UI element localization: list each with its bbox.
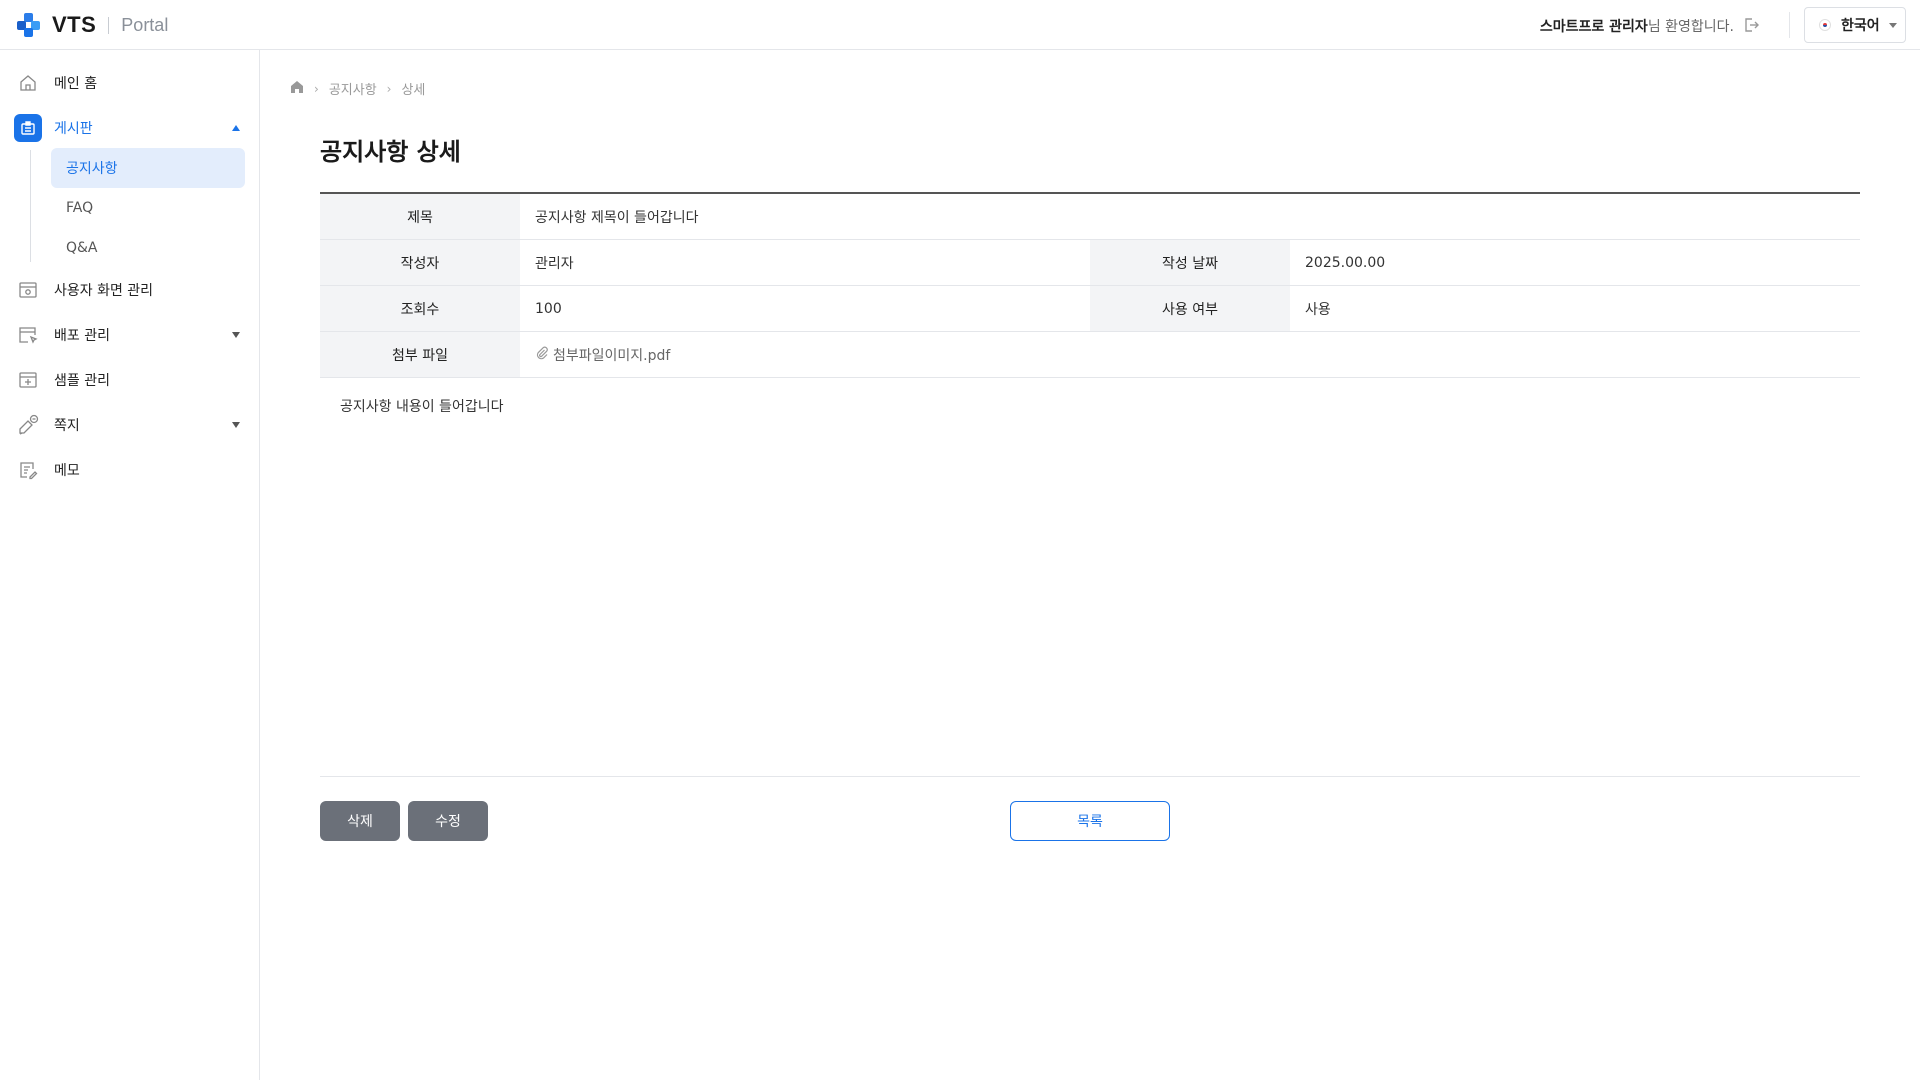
sidebar-item-message[interactable]: 쪽지: [14, 408, 246, 442]
breadcrumb-separator-icon: ›: [314, 81, 319, 96]
attachment-label: 첨부 파일: [320, 332, 520, 377]
sidebar-item-label: 배포 관리: [54, 328, 110, 344]
sidebar-item-memo[interactable]: 메모: [14, 453, 246, 487]
table-row: 작성자 관리자 작성 날짜 2025.00.00: [320, 240, 1860, 286]
detail-table: 제목 공지사항 제목이 들어갑니다 작성자 관리자 작성 날짜 2025.00.…: [320, 192, 1860, 378]
table-row: 제목 공지사항 제목이 들어갑니다: [320, 194, 1860, 240]
table-row: 첨부 파일 첨부파일이미지.pdf: [320, 332, 1860, 378]
sidebar-item-screen-management[interactable]: 사용자 화면 관리: [14, 273, 246, 307]
views-label: 조회수: [320, 286, 520, 331]
user-name: 스마트프로 관리자: [1539, 19, 1648, 35]
use-status-label: 사용 여부: [1090, 286, 1290, 331]
sidebar-item-main-home[interactable]: 메인 홈: [14, 66, 246, 100]
notice-content: 공지사항 내용이 들어갑니다: [340, 399, 504, 415]
sidebar-item-sample-management[interactable]: 샘플 관리: [14, 363, 246, 397]
list-button[interactable]: 목록: [1010, 801, 1170, 841]
sidebar-item-label: 게시판: [54, 121, 93, 137]
author-label: 작성자: [320, 240, 520, 285]
welcome-message: 스마트프로 관리자님 환영합니다.: [1540, 16, 1734, 36]
page-title: 공지사항 상세: [320, 138, 461, 166]
breadcrumb-item-detail: 상세: [401, 83, 426, 98]
sidebar-subitem-faq[interactable]: FAQ: [51, 188, 245, 228]
delete-button[interactable]: 삭제: [320, 801, 400, 841]
breadcrumb: › 공지사항 › 상세: [290, 79, 425, 98]
edit-button[interactable]: 수정: [408, 801, 488, 841]
views-value: 100: [535, 300, 562, 317]
sample-icon: [14, 366, 42, 394]
paperclip-icon: [535, 346, 549, 364]
sidebar-item-label: 쪽지: [54, 418, 80, 434]
top-header: VTS Portal 스마트프로 관리자님 환영합니다. 한국어: [0, 0, 1920, 50]
sidebar-item-label: 사용자 화면 관리: [54, 283, 154, 299]
logo[interactable]: VTS Portal: [14, 10, 168, 40]
author-value: 관리자: [535, 255, 574, 272]
sidebar-item-deploy-management[interactable]: 배포 관리: [14, 318, 246, 352]
sidebar-item-label: 메인 홈: [54, 76, 98, 92]
logout-icon[interactable]: [1742, 16, 1760, 34]
chevron-down-icon: [232, 332, 240, 338]
date-value: 2025.00.00: [1305, 254, 1386, 271]
logo-divider: [108, 16, 110, 34]
content-divider: [320, 776, 1860, 777]
sidebar-subitem-notice[interactable]: 공지사항: [51, 148, 245, 188]
message-icon: [14, 411, 42, 439]
home-icon: [14, 69, 42, 97]
attachment-link[interactable]: 첨부파일이미지.pdf: [535, 345, 670, 365]
attachment-cell: 첨부파일이미지.pdf: [520, 332, 1860, 377]
date-label: 작성 날짜: [1090, 240, 1290, 285]
breadcrumb-item-notice[interactable]: 공지사항: [329, 79, 377, 98]
screen-settings-icon: [14, 276, 42, 304]
logo-text: VTS: [52, 12, 97, 37]
attachment-filename: 첨부파일이미지.pdf: [553, 347, 671, 364]
language-label: 한국어: [1841, 18, 1880, 34]
sidebar-item-label: 메모: [54, 463, 80, 479]
sidebar-subitem-qna[interactable]: Q&A: [51, 228, 245, 268]
home-icon[interactable]: [290, 80, 304, 98]
board-icon: [14, 114, 42, 142]
logo-subtitle: Portal: [121, 14, 169, 35]
memo-icon: [14, 456, 42, 484]
chevron-up-icon: [232, 125, 240, 131]
welcome-suffix: 님 환영합니다.: [1647, 19, 1734, 35]
sidebar: 메인 홈 게시판 공지사항 FAQ Q&A 사용자 화면 관리 배포 관리 샘플…: [0, 50, 260, 1080]
sidebar-item-label: 샘플 관리: [54, 373, 110, 389]
deploy-icon: [14, 321, 42, 349]
table-row: 조회수 100 사용 여부 사용: [320, 286, 1860, 332]
use-status-value: 사용: [1305, 301, 1331, 318]
korea-flag-icon: [1819, 19, 1831, 31]
chevron-down-icon: [232, 422, 240, 428]
language-select[interactable]: 한국어: [1804, 7, 1906, 43]
title-label: 제목: [320, 194, 520, 239]
sidebar-item-board[interactable]: 게시판: [14, 111, 246, 145]
title-value: 공지사항 제목이 들어갑니다: [535, 209, 699, 226]
submenu-guide-line: [30, 150, 31, 262]
chevron-down-icon: [1889, 23, 1897, 28]
vts-logo-icon: [14, 10, 44, 40]
breadcrumb-separator-icon: ›: [386, 81, 392, 96]
header-divider: [1789, 12, 1790, 38]
